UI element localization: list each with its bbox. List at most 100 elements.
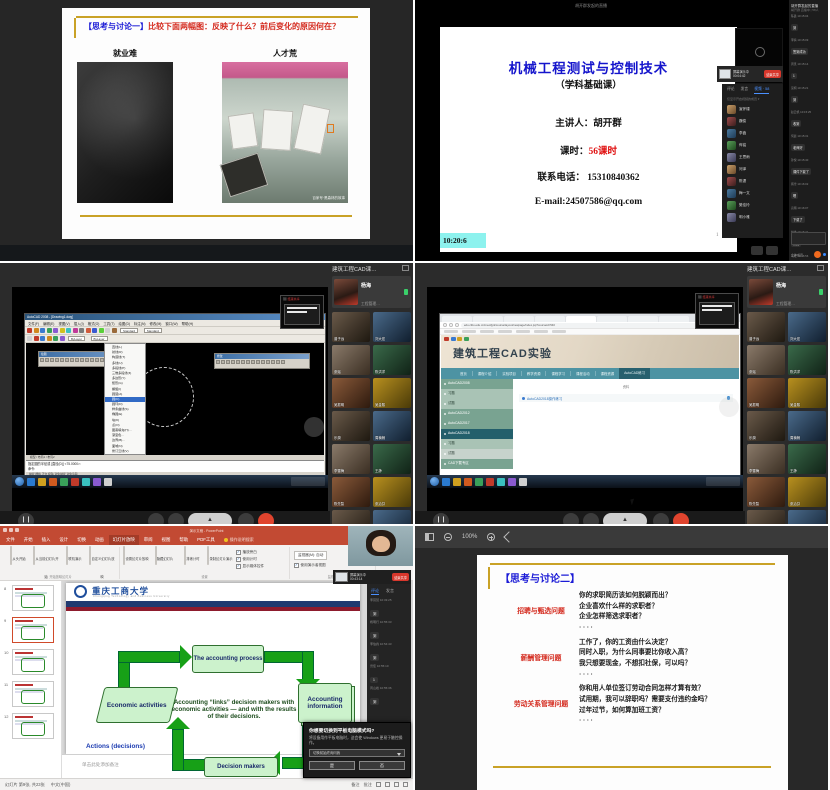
toolbar-icon[interactable] (73, 328, 78, 333)
participant-thumbnail[interactable]: 乐漪 (332, 411, 370, 441)
share-preview-label[interactable]: ⬛ 结束共享 (281, 296, 323, 302)
menu-item[interactable]: 帮助(H) (182, 321, 194, 326)
menu-item[interactable]: 修改(M) (150, 321, 162, 326)
toolbar-icon[interactable] (60, 328, 65, 333)
zoom-out-icon[interactable] (444, 533, 452, 541)
toolbar-icon[interactable] (60, 336, 65, 341)
video-button[interactable] (583, 513, 599, 524)
panel-tab[interactable]: 评论 (727, 87, 735, 94)
qq-icon[interactable] (814, 251, 821, 258)
ribbon-button[interactable]: 录制幻灯片演示 (207, 547, 234, 565)
bookmark-item[interactable] (480, 330, 494, 333)
slideshow-view-icon[interactable] (403, 782, 408, 787)
toolbar-icon[interactable] (47, 328, 52, 333)
menu-item[interactable]: 窗口(W) (165, 321, 177, 326)
menu-item[interactable]: 格式(O) (88, 321, 100, 326)
panel-tab[interactable]: 发言 (741, 87, 749, 94)
menu-item[interactable]: 编辑(E) (43, 321, 54, 326)
chat-input[interactable] (791, 232, 826, 245)
member-row[interactable]: 李鑫 (722, 127, 783, 139)
sidebar-toggle-icon[interactable] (425, 533, 434, 541)
language-indicator[interactable]: 中文(中国) (51, 782, 71, 788)
end-call-button[interactable] (258, 513, 274, 524)
ribbon-tab[interactable]: 审阅 (140, 535, 157, 545)
menu-item[interactable]: 插入(I) (74, 321, 84, 326)
ribbon-tab[interactable]: 插入 (38, 535, 55, 545)
participant-thumbnail[interactable]: 陈先智 (747, 477, 785, 507)
ribbon-checkbox[interactable]: ✓使用计时 (236, 557, 264, 562)
zoom-in-icon[interactable] (487, 533, 495, 541)
member-row[interactable]: 明小雅 (722, 211, 783, 223)
participant-thumbnail[interactable]: 江坤 (373, 510, 411, 524)
cad-canvas[interactable]: 绘图 修改 直线(L)射线(R)构造线(T)多线(U)多段线(P)三维多段线(3… (26, 343, 324, 455)
nav-item[interactable]: 课程活动 (570, 371, 595, 376)
browser-tab[interactable] (535, 316, 565, 322)
browser-tab[interactable] (597, 316, 627, 322)
participant-thumbnail[interactable]: 曾子远 (747, 312, 785, 342)
stop-share-button[interactable]: 结束共享 (392, 573, 409, 581)
share-toggle-icon[interactable] (766, 246, 778, 255)
toolbar-icon[interactable] (47, 336, 52, 341)
browser-tab[interactable] (442, 316, 472, 322)
taskbar-app-icon[interactable] (464, 478, 472, 486)
browser-tab[interactable] (628, 316, 658, 322)
toolbar-icon[interactable] (92, 328, 97, 333)
system-tray[interactable] (291, 477, 325, 486)
reading-view-icon[interactable] (394, 782, 399, 787)
menu-item[interactable]: 标注(N) (134, 321, 146, 326)
presenter-card[interactable]: 杨海工程管理… (747, 276, 826, 308)
side-menu-item[interactable]: CAD下载专区 (441, 459, 513, 469)
taskbar-app-icon[interactable] (104, 478, 112, 486)
resource-link[interactable]: AutoCAD2018操作练习 (527, 396, 562, 401)
start-button[interactable] (15, 477, 24, 486)
system-tray[interactable] (706, 477, 740, 486)
slide-thumbnail[interactable]: 9 (12, 617, 54, 643)
member-row[interactable]: 魏俊 (722, 115, 783, 127)
taskbar-app-icon[interactable] (49, 478, 57, 486)
nav-item[interactable]: 实验项目 (496, 371, 521, 376)
browser-tab[interactable] (473, 316, 503, 322)
taskbar-app-icon[interactable] (486, 478, 494, 486)
panel-tab[interactable]: 视频 · 58 (754, 87, 769, 94)
participant-thumbnail[interactable]: 吴振明 (332, 378, 370, 408)
side-menu-item[interactable]: AutoCAD2012 (441, 409, 513, 419)
no-button[interactable]: 否 (359, 761, 405, 770)
bookmark-item[interactable] (516, 330, 530, 333)
bookmark-item[interactable] (444, 330, 458, 333)
share-screen-button[interactable]: ▲ (188, 513, 232, 524)
taskbar-app-icon[interactable] (442, 478, 450, 486)
style-combo[interactable]: Standard (120, 328, 138, 333)
browser-tab[interactable] (659, 316, 689, 322)
member-row[interactable]: 樊佳玲 (722, 199, 783, 211)
taskbar-app-icon[interactable] (519, 478, 527, 486)
nav-item[interactable]: 首页 (455, 371, 472, 376)
nav-item[interactable]: 教学资源 (521, 371, 546, 376)
member-row[interactable]: 王思雨 (722, 151, 783, 163)
presenter-view-checkbox[interactable]: ✓使用演示者视图 (294, 563, 327, 568)
participant-thumbnail[interactable]: 王静 (373, 444, 411, 474)
toolbar-icon[interactable] (105, 328, 110, 333)
end-call-button[interactable] (673, 513, 689, 524)
yes-button[interactable]: 是 (309, 761, 355, 770)
participant-thumbnail[interactable]: 江坤 (788, 510, 826, 524)
resource-row[interactable]: AutoCAD2018操作练习 (519, 394, 733, 402)
panel-filter[interactable]: 仅显示开启视频的成员 ▾ (722, 96, 783, 103)
taskbar-app-icon[interactable] (27, 478, 35, 486)
menu-item[interactable]: 工具(T) (103, 321, 114, 326)
more-button[interactable] (653, 513, 669, 524)
slide-thumbnail[interactable]: 8 (12, 585, 54, 611)
side-menu-item[interactable]: 习题 (441, 439, 513, 449)
member-row[interactable]: 宣怀瑾 (722, 103, 783, 115)
floating-avatar-badge[interactable] (304, 417, 324, 437)
participant-thumbnail[interactable]: 吴金熙 (373, 378, 411, 408)
mic-button[interactable] (563, 513, 579, 524)
participant-thumbnail[interactable]: 张冶芬 (788, 477, 826, 507)
nav-item[interactable]: 课程学习 (545, 371, 570, 376)
side-menu-item[interactable]: 试题 (441, 449, 513, 459)
ribbon-checkbox[interactable]: ✓播放旁白 (236, 550, 264, 555)
ribbon-tab[interactable]: 动画 (91, 535, 108, 545)
floating-avatar-badge[interactable] (719, 397, 739, 417)
zoom-level[interactable]: 100% (462, 534, 477, 540)
share-preview-label[interactable]: ⬛ 结束共享 (696, 294, 738, 300)
participant-thumbnail[interactable]: 乐漪 (747, 411, 785, 441)
